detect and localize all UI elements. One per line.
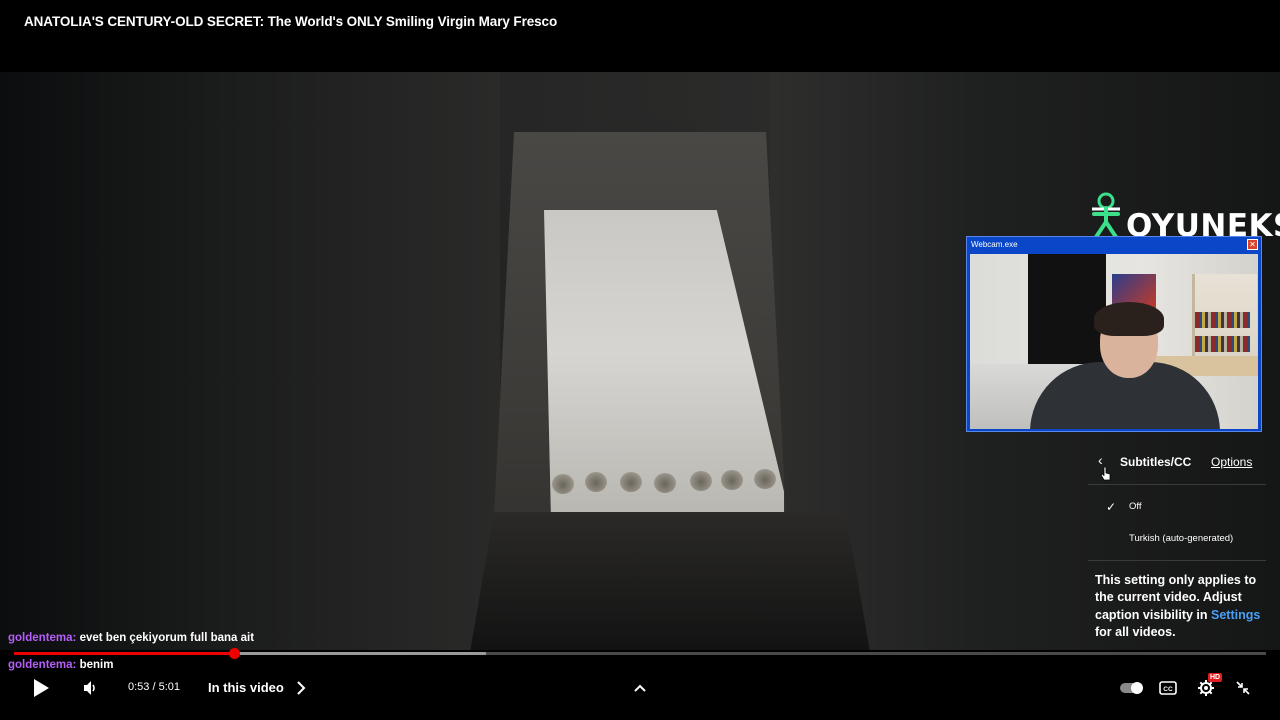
- progress-played: [14, 652, 235, 655]
- stone-hole: [620, 472, 642, 492]
- stone-hole: [552, 474, 574, 494]
- progress-scrubber[interactable]: [229, 648, 241, 659]
- hand-cursor-icon: [1100, 466, 1111, 481]
- menu-divider: [1088, 484, 1266, 485]
- check-icon: ✓: [1106, 500, 1117, 514]
- video-title[interactable]: ANATOLIA'S CENTURY-OLD SECRET: The World…: [24, 14, 557, 29]
- cave-floor: [470, 512, 870, 650]
- settings-gear-icon: [1198, 680, 1214, 696]
- stone-hole: [754, 469, 776, 489]
- cc-icon: CC: [1159, 681, 1177, 695]
- chat-username: goldentema:: [8, 659, 77, 671]
- autoplay-toggle-knob: [1131, 682, 1143, 694]
- webcam-books: [1195, 312, 1250, 328]
- webcam-window: Webcam.exe ✕: [966, 236, 1262, 432]
- subtitle-option-off[interactable]: Off: [1129, 501, 1142, 512]
- svg-text:CC: CC: [1163, 686, 1173, 693]
- title-bar: ANATOLIA'S CENTURY-OLD SECRET: The World…: [0, 0, 1280, 72]
- play-icon: [34, 679, 49, 697]
- stone-hole: [654, 473, 676, 493]
- stone-hole: [690, 471, 712, 491]
- captions-button[interactable]: CC: [1156, 676, 1180, 700]
- chat-username: goldentema:: [8, 632, 77, 644]
- subtitles-options-link[interactable]: Options: [1211, 455, 1252, 469]
- subtitles-menu-title: Subtitles/CC: [1120, 455, 1192, 469]
- subtitles-info-text: This setting only applies to the current…: [1095, 572, 1263, 642]
- chat-message: goldentema: evet ben çekiyorum full bana…: [8, 632, 254, 644]
- chevron-up-icon: [634, 684, 646, 692]
- expand-panel-button[interactable]: [630, 676, 650, 700]
- webcam-window-title: Webcam.exe: [971, 240, 1018, 249]
- chat-text: benim: [79, 659, 114, 671]
- volume-icon: [84, 681, 95, 695]
- exit-fullscreen-icon: [1236, 681, 1250, 695]
- chat-text: evet ben çekiyorum full bana ait: [79, 632, 255, 644]
- close-icon: ✕: [1247, 239, 1258, 250]
- in-this-video-expand[interactable]: [292, 676, 310, 700]
- settings-link[interactable]: Settings: [1211, 608, 1260, 622]
- stone-hole: [585, 472, 607, 492]
- chat-message: goldentema: benim: [8, 659, 113, 671]
- in-this-video-button[interactable]: In this video: [208, 680, 284, 695]
- webcam-person-hair: [1094, 302, 1164, 336]
- subtitle-option-turkish[interactable]: Turkish (auto-generated): [1129, 533, 1233, 544]
- mute-button[interactable]: [78, 676, 102, 700]
- webcam-feed: [970, 254, 1258, 429]
- play-button[interactable]: [28, 676, 54, 700]
- info-suffix: for all videos.: [1095, 625, 1176, 640]
- menu-divider: [1088, 560, 1266, 561]
- stone-hole: [721, 470, 743, 490]
- subtitles-menu: ‹ Subtitles/CC Options ✓ Off Turkish (au…: [1088, 444, 1266, 646]
- hd-badge: HD: [1208, 673, 1223, 682]
- time-display: 0:53 / 5:01: [128, 681, 180, 693]
- chevron-right-icon: [297, 681, 306, 695]
- exit-fullscreen-button[interactable]: [1232, 676, 1254, 700]
- cave-left-wall: [0, 72, 500, 650]
- webcam-books: [1195, 336, 1250, 352]
